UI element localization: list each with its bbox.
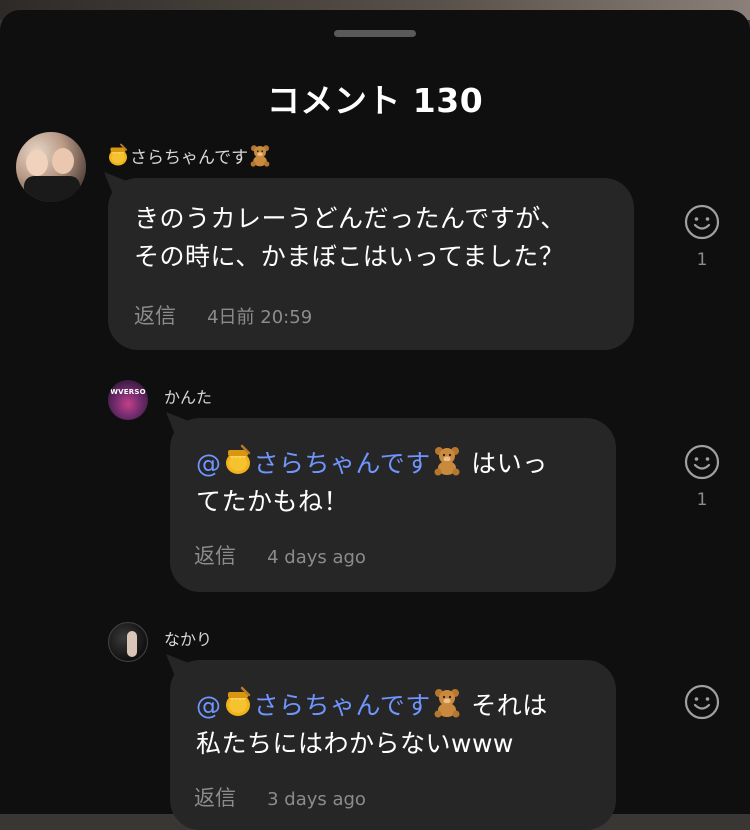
smiley-icon	[684, 684, 720, 720]
comment-body-line: てたかもね！	[196, 487, 350, 516]
reaction-button[interactable]	[682, 684, 722, 730]
comment-body-line: その時に、かまぼこはいってました？	[134, 242, 565, 271]
teddy-bear-icon	[248, 143, 272, 167]
reaction-button[interactable]: 1	[682, 204, 722, 270]
comment-body: @ さらちゃんです はいっ てたかもね！	[196, 444, 606, 521]
avatar[interactable]	[108, 622, 148, 662]
comment-timestamp: 4 days ago	[267, 547, 366, 568]
comment-body: きのうカレーうどんだったんですが、 その時に、かまぼこはいってました？	[134, 200, 614, 276]
username-text: さらちゃんです	[130, 148, 249, 168]
comment-bubble: @ さらちゃんです それは 私たちにはわからないwww 返信 3 days ago	[170, 660, 616, 830]
comment-body-line: きのうカレーうどんだったんですが、	[134, 204, 566, 233]
comment-body-line: 私たちにはわからないwww	[196, 729, 514, 758]
sheet-grabber-handle[interactable]	[334, 30, 416, 37]
honey-pot-icon	[222, 686, 254, 718]
comment-username[interactable]: さらちゃんです	[106, 143, 272, 168]
reply-button[interactable]: 返信	[134, 304, 176, 328]
avatar[interactable]	[16, 132, 86, 202]
comment-bubble: @ さらちゃんです はいっ てたかもね！ 返信 4 days ago	[170, 418, 616, 592]
comment-meta: 返信 4 days ago	[194, 540, 366, 570]
teddy-bear-icon	[431, 444, 463, 476]
reaction-count: 1	[696, 490, 708, 510]
comment-username[interactable]: なかり	[164, 626, 212, 650]
mention-link[interactable]: @ さらちゃんです	[196, 449, 463, 478]
comment-timestamp: 3 days ago	[267, 789, 366, 810]
mention-link[interactable]: @ さらちゃんです	[196, 691, 463, 720]
reply-button[interactable]: 返信	[194, 786, 236, 810]
honey-pot-icon	[222, 444, 254, 476]
sheet-title: コメント 130	[266, 81, 484, 120]
comment-meta: 返信 4日前 20:59	[134, 300, 312, 330]
comment-timestamp: 4日前 20:59	[207, 307, 313, 328]
comment-body: @ さらちゃんです それは 私たちにはわからないwww	[196, 686, 606, 763]
comment-bubble: きのうカレーうどんだったんですが、 その時に、かまぼこはいってました？ 返信 4…	[108, 178, 634, 350]
teddy-bear-icon	[431, 686, 463, 718]
comment-body-text: それは	[462, 691, 548, 720]
smiley-icon	[684, 204, 720, 240]
reaction-button[interactable]: 1	[682, 444, 722, 510]
comment-username[interactable]: かんた	[164, 384, 212, 408]
reply-button[interactable]: 返信	[194, 544, 236, 568]
avatar-sign-text: WVERSO	[110, 388, 146, 396]
comment-body-text: はいっ	[462, 449, 548, 478]
smiley-icon	[684, 444, 720, 480]
avatar[interactable]: WVERSO	[108, 380, 148, 420]
reaction-count: 1	[696, 250, 708, 270]
comment-meta: 返信 3 days ago	[194, 782, 366, 812]
honey-pot-icon	[106, 143, 130, 167]
